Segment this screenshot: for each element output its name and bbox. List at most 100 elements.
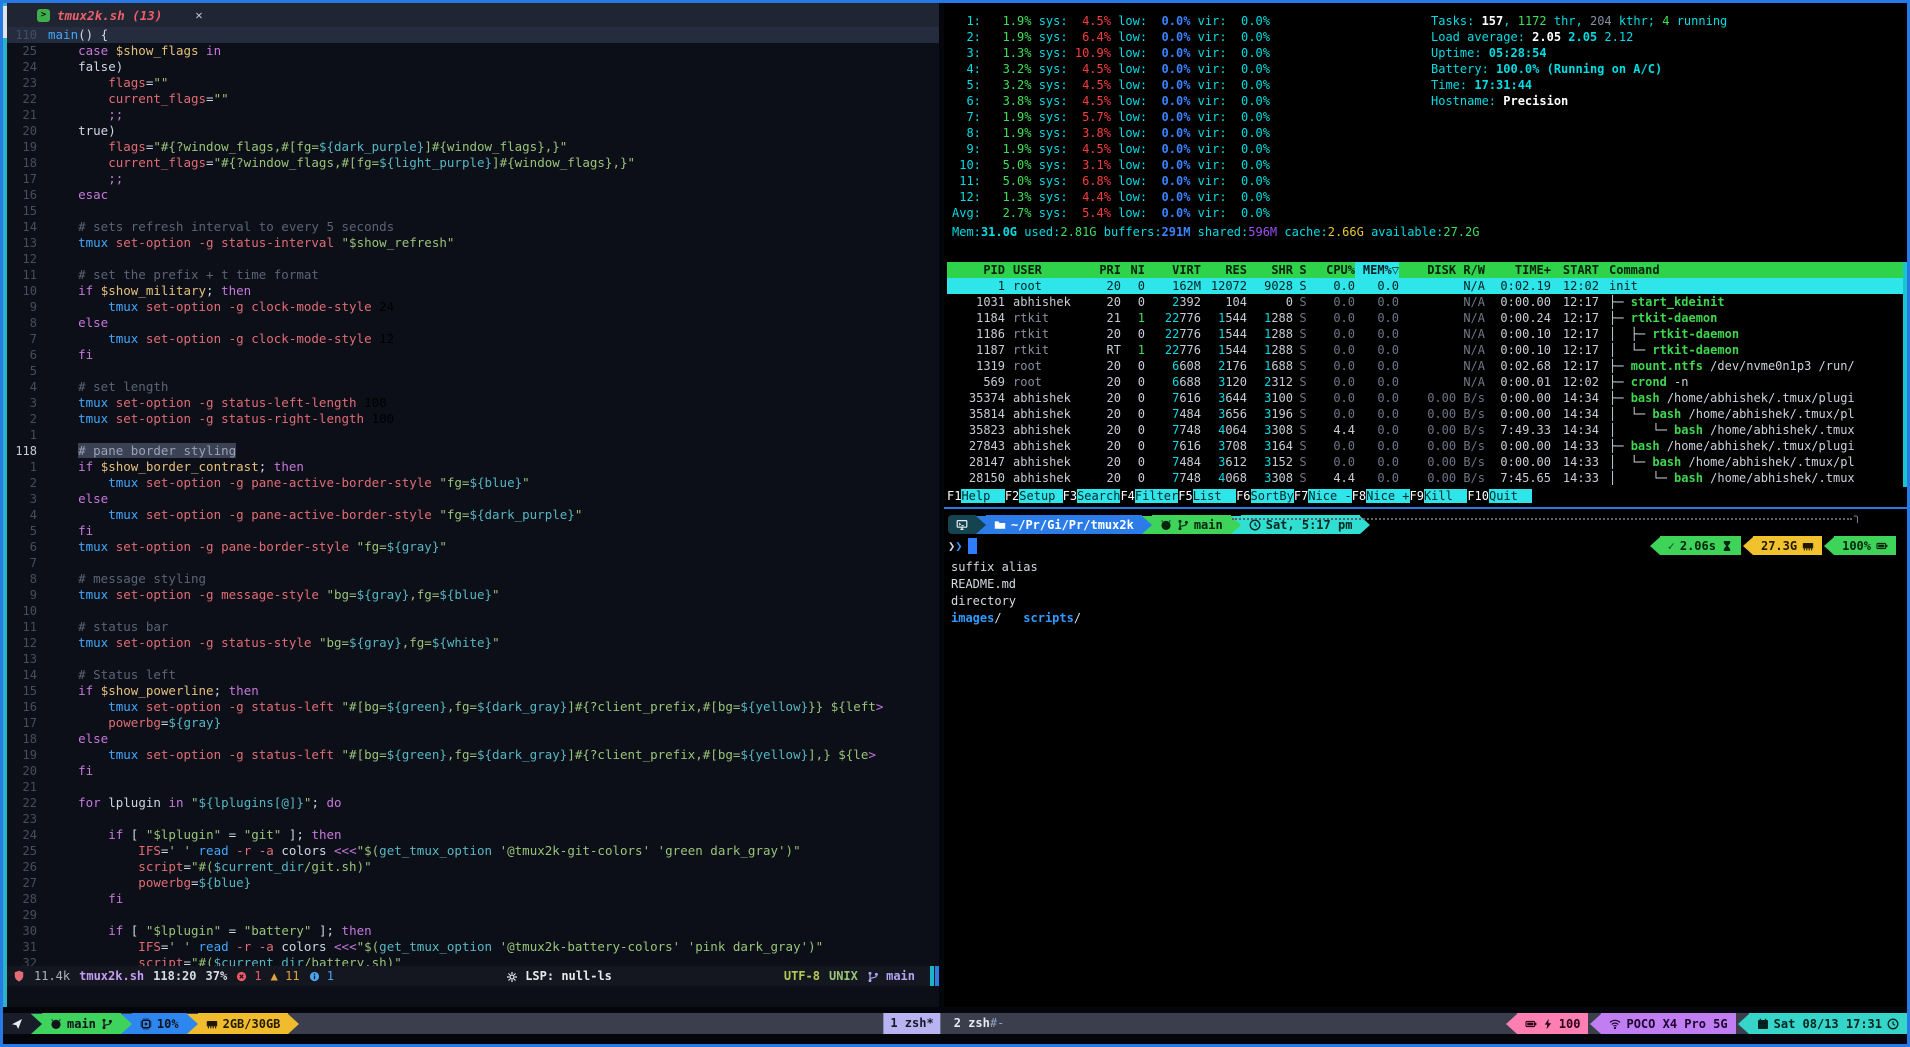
column-header-shr[interactable]: SHR	[1247, 262, 1293, 278]
editor-line[interactable]: 31 IFS=' ' read -r -a colors <<<"$(get_t…	[3, 939, 939, 955]
scrollbar-thumb[interactable]	[3, 6, 7, 38]
editor-line[interactable]: 8 else	[3, 315, 939, 331]
editor-line[interactable]: 29	[3, 907, 939, 923]
editor-line[interactable]: 5	[3, 363, 939, 379]
fkey-f8[interactable]: F8Nice +	[1352, 489, 1410, 505]
editor-line[interactable]: 1 if $show_border_contrast; then	[3, 459, 939, 475]
tmux-window-2[interactable]: 2 zsh#-	[947, 1013, 1012, 1034]
editor-line[interactable]: 9 tmux set-option -g message-style "bg=$…	[3, 587, 939, 603]
editor-line[interactable]: 24 if [ "$lplugin" = "git" ]; then	[3, 827, 939, 843]
column-header-command[interactable]: Command	[1599, 262, 1904, 278]
tmux-window-1[interactable]: 1 zsh*	[883, 1013, 940, 1034]
column-header-start[interactable]: START	[1551, 262, 1599, 278]
editor-line[interactable]: 2 tmux set-option -g status-right-length…	[3, 411, 939, 427]
fkey-f7[interactable]: F7Nice -	[1294, 489, 1352, 505]
column-header-user[interactable]: USER	[1005, 262, 1091, 278]
editor-line[interactable]: 5 fi	[3, 523, 939, 539]
process-row[interactable]: 1031abhishek20023921040S0.00.0N/A0:00.00…	[947, 294, 1904, 310]
fkey-f6[interactable]: F6SortBy	[1236, 489, 1294, 505]
editor-line[interactable]: 26 script="#($current_dir/git.sh)"	[3, 859, 939, 875]
editor-line[interactable]: 16 esac	[3, 187, 939, 203]
column-header-time[interactable]: TIME+	[1485, 262, 1551, 278]
editor-line[interactable]: 13 tmux set-option -g status-interval "$…	[3, 235, 939, 251]
editor-line[interactable]: 24 false)	[3, 59, 939, 75]
fkey-f3[interactable]: F3Search	[1063, 489, 1121, 505]
bar-segment-cpu[interactable]: 10%	[132, 1013, 187, 1034]
column-header-cpu[interactable]: CPU%	[1313, 262, 1355, 278]
process-row[interactable]: 27843abhishek200761637083164S0.00.00.00 …	[947, 438, 1904, 454]
editor-line[interactable]: 15	[3, 203, 939, 219]
column-header-ni[interactable]: NI	[1121, 262, 1145, 278]
process-row[interactable]: 28150abhishek200774840683308S4.40.00.00 …	[947, 470, 1904, 486]
editor-line[interactable]: 30 if [ "$lplugin" = "battery" ]; then	[3, 923, 939, 939]
editor-line[interactable]: 14 # Status left	[3, 667, 939, 683]
process-row[interactable]: 1184rtkit2112277615441288S0.00.0N/A0:00.…	[947, 310, 1904, 326]
column-header-mem[interactable]: MEM%▽	[1355, 262, 1399, 278]
terminal-cursor[interactable]	[968, 538, 977, 554]
column-header-res[interactable]: RES	[1201, 262, 1247, 278]
editor-line[interactable]: 8 # message styling	[3, 571, 939, 587]
column-header-virt[interactable]: VIRT	[1145, 262, 1201, 278]
process-scrollbar[interactable]	[1903, 262, 1909, 487]
fkey-f1[interactable]: F1Help	[947, 489, 1005, 505]
editor-line[interactable]: 28 fi	[3, 891, 939, 907]
editor-line[interactable]: 9 tmux set-option -g clock-mode-style 24	[3, 299, 939, 315]
process-row[interactable]: 569root200668831202312S0.00.0N/A0:00.011…	[947, 374, 1904, 390]
editor-line[interactable]: 17 ;;	[3, 171, 939, 187]
editor-tab[interactable]: > tmux2k.sh (13) ✕	[3, 3, 217, 27]
column-header-pri[interactable]: PRI	[1091, 262, 1121, 278]
process-row[interactable]: 35374abhishek200761636443100S0.00.00.00 …	[947, 390, 1904, 406]
editor-line[interactable]: 19 flags="#{?window_flags,#[fg=${dark_pu…	[3, 139, 939, 155]
editor-line[interactable]: 19 tmux set-option -g status-left "#[bg=…	[3, 747, 939, 763]
editor-line[interactable]: 11 # status bar	[3, 619, 939, 635]
editor-line[interactable]: 1	[3, 427, 939, 443]
editor-line[interactable]: 17 powerbg=${gray}	[3, 715, 939, 731]
editor-line[interactable]: 10 if $show_military; then	[3, 283, 939, 299]
column-header-pid[interactable]: PID	[947, 262, 1005, 278]
editor-line[interactable]: 7	[3, 555, 939, 571]
editor-line[interactable]: 4 tmux set-option -g pane-active-border-…	[3, 507, 939, 523]
editor-scrollbar[interactable]	[3, 3, 7, 1007]
editor-line[interactable]: 25 IFS=' ' read -r -a colors <<<"$(get_t…	[3, 843, 939, 859]
column-header-diskrw[interactable]: DISK R/W	[1399, 262, 1485, 278]
editor-line[interactable]: 3 tmux set-option -g status-left-length …	[3, 395, 939, 411]
editor-line[interactable]: 15 if $show_powerline; then	[3, 683, 939, 699]
editor-line[interactable]: 11 # set the prefix + t time format	[3, 267, 939, 283]
editor-line[interactable]: 20 true)	[3, 123, 939, 139]
editor-line[interactable]: 21	[3, 779, 939, 795]
process-row[interactable]: 28147abhishek200748436123152S0.00.00.00 …	[947, 454, 1904, 470]
bar-segment-git[interactable]: main	[42, 1013, 121, 1034]
editor-line[interactable]: 27 powerbg=${blue}	[3, 875, 939, 891]
editor-line[interactable]: 22 current_flags=""	[3, 91, 939, 107]
editor-line[interactable]: 12	[3, 251, 939, 267]
process-row[interactable]: 35814abhishek200748436563196S0.00.00.00 …	[947, 406, 1904, 422]
editor-line[interactable]: 18 current_flags="#{?window_flags,#[fg=$…	[3, 155, 939, 171]
editor-line[interactable]: 2 tmux set-option -g pane-active-border-…	[3, 475, 939, 491]
editor-line[interactable]: 23	[3, 811, 939, 827]
process-row[interactable]: 1root200162M120729028S0.00.0N/A0:02.1912…	[947, 278, 1904, 294]
process-row[interactable]: 1319root200660821761688S0.00.0N/A0:02.68…	[947, 358, 1904, 374]
editor-line[interactable]: 10	[3, 603, 939, 619]
editor-line[interactable]: 21 ;;	[3, 107, 939, 123]
close-icon[interactable]: ✕	[195, 8, 202, 22]
editor-line[interactable]: 20 fi	[3, 763, 939, 779]
process-row[interactable]: 35823abhishek200774840643308S4.40.00.00 …	[947, 422, 1904, 438]
editor-line[interactable]: 7 tmux set-option -g clock-mode-style 12	[3, 331, 939, 347]
editor-line[interactable]: 13	[3, 651, 939, 667]
editor-line[interactable]: 16 tmux set-option -g status-left "#[bg=…	[3, 699, 939, 715]
fkey-f5[interactable]: F5List	[1178, 489, 1236, 505]
fkey-f2[interactable]: F2Setup	[1005, 489, 1063, 505]
editor-line[interactable]: 110main() {	[3, 27, 939, 43]
bar-segment-session[interactable]	[3, 1013, 31, 1034]
fkey-f9[interactable]: F9Kill	[1410, 489, 1468, 505]
process-row[interactable]: 1186rtkit2002277615441288S0.00.0N/A0:00.…	[947, 326, 1904, 342]
editor-line[interactable]: 118 # pane border styling	[3, 443, 939, 459]
editor-line[interactable]: 23 flags=""	[3, 75, 939, 91]
editor-line[interactable]: 18 else	[3, 731, 939, 747]
editor-line[interactable]: 4 # set length	[3, 379, 939, 395]
editor-line[interactable]: 22 for lplugin in "${lplugins[@]}"; do	[3, 795, 939, 811]
editor-line[interactable]: 12 tmux set-option -g status-style "bg=$…	[3, 635, 939, 651]
fkey-f4[interactable]: F4Filter	[1120, 489, 1178, 505]
editor-line[interactable]: 6 fi	[3, 347, 939, 363]
editor-line[interactable]: 3 else	[3, 491, 939, 507]
